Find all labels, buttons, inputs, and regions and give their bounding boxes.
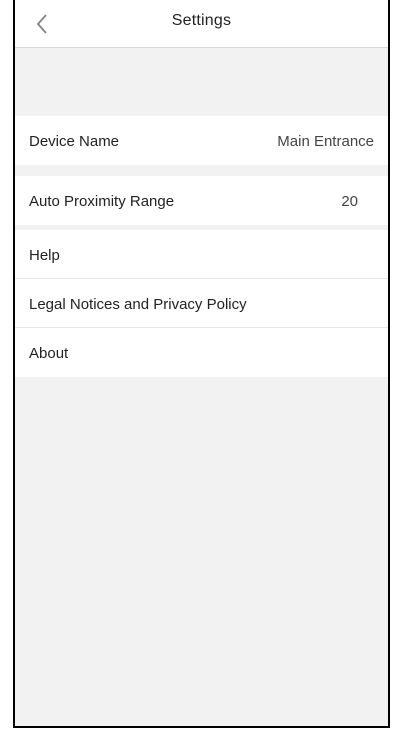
legal-notices-row[interactable]: Legal Notices and Privacy Policy: [15, 279, 388, 328]
top-bar: Settings: [15, 0, 388, 48]
device-name-value: Main Entrance: [277, 133, 374, 150]
help-row[interactable]: Help: [15, 230, 388, 279]
help-label: Help: [29, 247, 60, 264]
auto-proximity-range-row[interactable]: Auto Proximity Range 20: [15, 176, 388, 225]
about-row[interactable]: About: [15, 328, 388, 377]
device-name-row[interactable]: Device Name Main Entrance: [15, 116, 388, 165]
auto-proximity-range-label: Auto Proximity Range: [29, 193, 175, 210]
auto-proximity-range-value: 20: [341, 193, 358, 210]
about-label: About: [29, 345, 69, 362]
device-name-label: Device Name: [29, 133, 120, 150]
legal-notices-label: Legal Notices and Privacy Policy: [29, 296, 247, 313]
settings-screen: Settings Device Name Main Entrance Auto …: [13, 0, 390, 728]
page-title: Settings: [171, 12, 232, 29]
